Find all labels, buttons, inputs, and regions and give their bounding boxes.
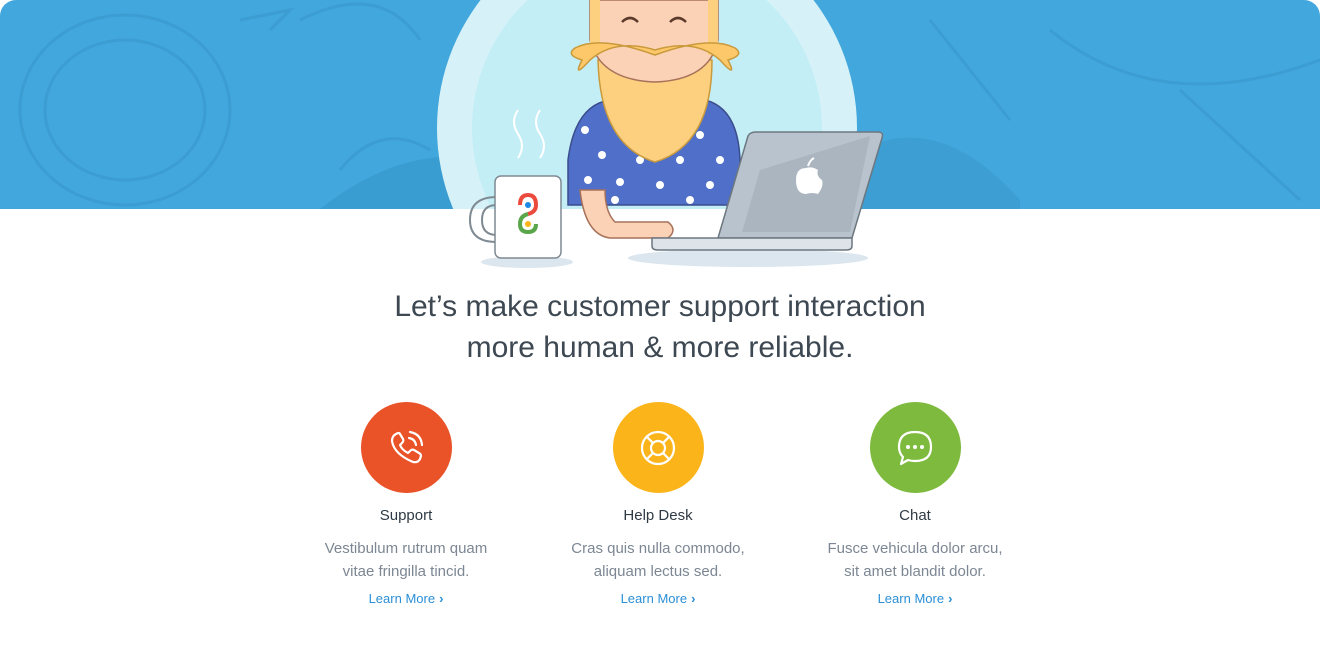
feature-support: Support Vestibulum rutrum quam vitae fri… — [276, 402, 536, 608]
headline-line-2: more human & more reliable. — [466, 331, 854, 364]
feature-chat: Chat Fusce vehicula dolor arcu, sit amet… — [785, 402, 1045, 608]
feature-description-line: Fusce vehicula dolor arcu, — [827, 540, 1003, 557]
feature-help-desk: Help Desk Cras quis nulla commodo, aliqu… — [528, 402, 788, 608]
feature-description-line: vitae fringilla tincid. — [342, 563, 470, 580]
feature-description: Fusce vehicula dolor arcu, sit amet blan… — [785, 537, 1045, 583]
headline-line-1: Let’s make customer support interaction — [394, 290, 926, 323]
support-agent-illustration — [0, 0, 1320, 280]
learn-more-label[interactable]: Learn More — [878, 591, 944, 606]
chevron-right-icon: › — [691, 591, 696, 606]
learn-more-link-support[interactable]: Learn More › — [369, 591, 444, 606]
feature-title: Support — [379, 507, 433, 524]
feature-title: Help Desk — [623, 507, 693, 524]
feature-description: Vestibulum rutrum quam vitae fringilla t… — [276, 537, 536, 583]
chevron-right-icon: › — [439, 591, 444, 606]
learn-more-label[interactable]: Learn More — [369, 591, 435, 606]
chat-bubble-icon — [897, 430, 933, 465]
feature-description-line: Cras quis nulla commodo, — [571, 540, 745, 557]
page-headline: Let’s make customer support interaction … — [0, 286, 1320, 368]
learn-more-link-help-desk[interactable]: Learn More › — [621, 591, 696, 606]
feature-description-line: sit amet blandit dolor. — [844, 563, 986, 580]
lifebuoy-icon — [640, 430, 676, 465]
support-icon-circle — [360, 402, 452, 493]
phone-icon — [390, 430, 424, 463]
chat-icon-circle — [869, 402, 961, 493]
learn-more-label[interactable]: Learn More — [621, 591, 687, 606]
feature-description-line: aliquam lectus sed. — [593, 563, 723, 580]
feature-title: Chat — [899, 507, 931, 524]
learn-more-link-chat[interactable]: Learn More › — [878, 591, 953, 606]
feature-description: Cras quis nulla commodo, aliquam lectus … — [528, 537, 788, 583]
help-desk-icon-circle — [612, 402, 704, 493]
feature-description-line: Vestibulum rutrum quam — [324, 540, 488, 557]
chevron-right-icon: › — [948, 591, 953, 606]
